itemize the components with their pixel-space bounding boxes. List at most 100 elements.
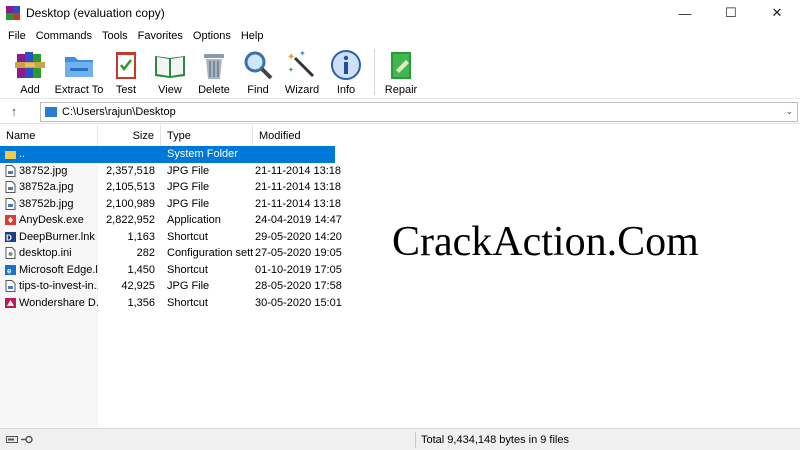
file-modified: 21-11-2014 13:18 xyxy=(255,181,342,194)
file-size: 1,450 xyxy=(127,263,155,276)
file-row[interactable]: 38752.jpg 2,357,518 JPG File 21-11-2014 13:… xyxy=(0,163,341,180)
key-icon xyxy=(21,435,33,444)
file-size: 2,357,518 xyxy=(106,164,155,177)
file-list: Name Size Type Modified .. System Folder 3… xyxy=(0,125,800,428)
menu-tools[interactable]: Tools xyxy=(97,30,133,42)
magnifier-icon xyxy=(244,51,273,80)
add-label: Add xyxy=(20,84,40,96)
edge-icon: e xyxy=(5,264,16,275)
find-label: Find xyxy=(247,84,269,96)
find-button[interactable]: Find xyxy=(236,45,280,96)
path-text: C:\Users\rajun\Desktop xyxy=(62,106,176,118)
test-label: Test xyxy=(115,84,137,96)
up-folder-button[interactable]: ↑ xyxy=(0,104,28,119)
delete-button[interactable]: Delete xyxy=(192,45,236,96)
winrar-app-icon xyxy=(6,6,20,20)
menu-file[interactable]: File xyxy=(3,30,31,42)
status-total: Total 9,434,148 bytes in 9 files xyxy=(421,434,569,446)
list-header: Name Size Type Modified xyxy=(0,125,335,146)
image-file-icon xyxy=(5,164,16,177)
status-bar: Total 9,434,148 bytes in 9 files xyxy=(0,428,800,450)
file-size: 1,356 xyxy=(127,296,155,309)
file-modified: 29-05-2020 14:20 xyxy=(255,230,342,243)
config-file-icon xyxy=(5,247,16,260)
repair-button[interactable]: Repair xyxy=(381,45,421,96)
menu-help[interactable]: Help xyxy=(236,30,269,42)
minimize-button[interactable]: — xyxy=(662,0,708,26)
file-type: Shortcut xyxy=(167,263,208,276)
wizard-label: Wizard xyxy=(284,84,320,96)
extract-to-label: Extract To xyxy=(54,84,104,96)
file-name: DeepBurner.lnk xyxy=(19,230,95,243)
column-header-size[interactable]: Size xyxy=(98,125,161,146)
file-modified: 24-04-2019 14:47 xyxy=(255,214,342,227)
watermark-text: CrackAction.Com xyxy=(392,219,699,265)
file-type: Configuration setti... xyxy=(167,247,253,260)
file-row[interactable]: e Microsoft Edge.l... 1,450 Shortcut 01-10-2… xyxy=(0,262,342,279)
file-row[interactable]: Wondershare D... 1,356 Shortcut 30-05-2020 … xyxy=(0,295,342,312)
menu-commands[interactable]: Commands xyxy=(31,30,97,42)
column-header-type[interactable]: Type xyxy=(161,125,253,146)
file-row[interactable]: .. System Folder xyxy=(0,146,335,163)
file-size: 42,925 xyxy=(121,280,155,293)
svg-text:✦: ✦ xyxy=(287,52,295,63)
path-combobox[interactable]: C:\Users\rajun\Desktop ⌄ xyxy=(40,102,798,122)
column-header-modified[interactable]: Modified xyxy=(253,125,335,146)
file-name: tips-to-invest-in... xyxy=(19,280,98,293)
file-modified: 01-10-2019 17:05 xyxy=(255,263,342,276)
close-button[interactable]: ✕ xyxy=(754,0,800,26)
file-type: Application xyxy=(167,214,221,227)
file-type: JPG File xyxy=(167,197,210,210)
deepburner-icon: D xyxy=(5,231,16,242)
svg-text:✦: ✦ xyxy=(288,66,294,74)
file-size: 282 xyxy=(136,247,155,260)
view-label: View xyxy=(158,84,182,96)
file-row[interactable]: 38752b.jpg 2,100,989 JPG File 21-11-2014 13… xyxy=(0,196,341,213)
info-button[interactable]: Info xyxy=(324,45,368,96)
file-modified: 28-05-2020 17:58 xyxy=(255,280,342,293)
file-size: 2,100,989 xyxy=(106,197,155,210)
chevron-down-icon[interactable]: ⌄ xyxy=(785,106,793,117)
test-clipboard-icon xyxy=(116,52,136,79)
file-row[interactable]: AnyDesk.exe 2,822,952 Application 24-04-201… xyxy=(0,212,342,229)
file-name: 38752.jpg xyxy=(19,164,68,177)
menu-options[interactable]: Options xyxy=(188,30,236,42)
file-rows: .. System Folder 38752.jpg 2,357,518 JPG Fil… xyxy=(0,146,342,312)
add-button[interactable]: Add xyxy=(6,45,54,96)
menu-bar: File Commands Tools Favorites Options He… xyxy=(0,26,800,45)
anydesk-icon xyxy=(5,215,16,226)
svg-text:e: e xyxy=(7,266,12,275)
open-book-icon xyxy=(155,56,185,78)
wondershare-icon xyxy=(5,297,16,308)
magic-wand-icon: ✦ ✦ ✦ xyxy=(287,49,315,78)
delete-label: Delete xyxy=(198,84,230,96)
file-name: AnyDesk.exe xyxy=(19,214,84,227)
menu-favorites[interactable]: Favorites xyxy=(133,30,188,42)
repair-book-icon xyxy=(391,52,411,79)
extract-to-button[interactable]: Extract To xyxy=(54,45,104,96)
repair-label: Repair xyxy=(384,84,418,96)
file-row[interactable]: 38752a.jpg 2,105,513 JPG File 21-11-2014 13… xyxy=(0,179,342,196)
image-file-icon xyxy=(5,197,16,210)
column-header-name[interactable]: Name xyxy=(0,125,98,146)
file-type: JPG File xyxy=(167,181,210,194)
file-modified: 30-05-2020 15:01 xyxy=(255,296,342,309)
file-row[interactable]: desktop.ini 282 Configuration setti...27-0… xyxy=(0,245,342,262)
window-title: Desktop (evaluation copy) xyxy=(26,6,165,20)
wizard-button[interactable]: ✦ ✦ ✦ Wizard xyxy=(280,45,324,96)
file-name: Wondershare D... xyxy=(19,296,98,309)
file-type: System Folder xyxy=(167,148,238,161)
image-file-icon xyxy=(5,280,16,293)
view-button[interactable]: View xyxy=(148,45,192,96)
file-name: .. xyxy=(19,148,26,161)
drive-icon xyxy=(6,436,18,443)
maximize-button[interactable]: ☐ xyxy=(708,0,754,26)
file-type: Shortcut xyxy=(167,230,208,243)
file-modified: 27-05-2020 19:05 xyxy=(255,247,342,260)
folder-up-icon xyxy=(5,151,16,160)
file-size: 1,163 xyxy=(127,230,155,243)
file-row[interactable]: tips-to-invest-in... 42,925 JPG File 28-05-… xyxy=(0,278,342,295)
test-button[interactable]: Test xyxy=(104,45,148,96)
file-row[interactable]: D DeepBurner.lnk 1,163 Shortcut 29-05-2020 1… xyxy=(0,229,342,246)
file-size: 2,822,952 xyxy=(106,214,155,227)
